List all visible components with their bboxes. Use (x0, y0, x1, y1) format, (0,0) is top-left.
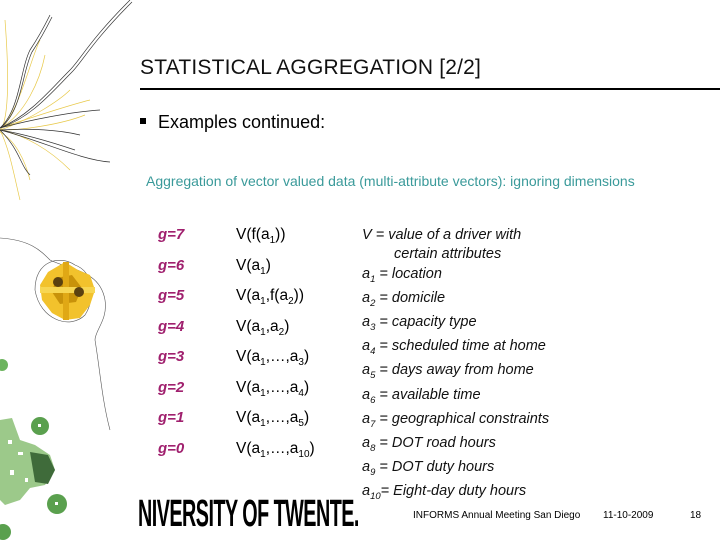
section-subtitle: Aggregation of vector valued data (multi… (146, 173, 635, 189)
legend-v-line2: certain attributes (394, 246, 502, 263)
footer-conference: INFORMS Annual Meeting San Diego (413, 510, 581, 521)
title-divider (140, 88, 720, 90)
page-number: 18 (690, 510, 702, 521)
expr-subscript: 10 (298, 448, 310, 460)
expr-text: ,f(a (265, 287, 289, 304)
legend-item: a10= Eight-day duty hours (362, 482, 549, 506)
legend-item: a7 = geographical constraints (362, 410, 549, 434)
expr-text: ,…,a (265, 378, 299, 396)
legend-item: a2 = domicile (362, 289, 549, 313)
level-expression: V(a1,a2) (236, 318, 289, 338)
legend-symbol: a (362, 386, 371, 403)
legend-symbol: a (362, 434, 371, 451)
level-label: g=6 (158, 256, 185, 274)
slide-title: STATISTICAL AGGREGATION [2/2] (140, 56, 482, 79)
expr-text: V(a (236, 439, 261, 457)
level-label: g=1 (158, 409, 185, 426)
level-label: g=3 (158, 348, 185, 365)
legend-symbol: a (362, 362, 371, 379)
bullet-point: Examples continued: (140, 112, 325, 133)
expr-text: V(a (236, 256, 261, 274)
legend-item: a6 = available time (362, 386, 549, 410)
expr-text: ) (309, 439, 315, 457)
level-label: g=4 (158, 317, 185, 335)
expr-text: ) (303, 348, 310, 365)
expr-text: V(a (236, 409, 261, 426)
level-label: g=7 (158, 226, 185, 243)
expr-text: V(a (236, 287, 261, 304)
square-bullet-icon (140, 118, 146, 125)
green-lattice-icon (0, 359, 67, 540)
legend-symbol: a (362, 483, 371, 500)
decorative-artwork (0, 0, 133, 540)
line-sketch-icon (0, 0, 133, 201)
legend-item: a3 = capacity type (362, 313, 549, 337)
expr-text: ,…,a (265, 439, 299, 457)
legend-symbol: a (362, 265, 371, 282)
level-label: g=2 (158, 378, 185, 396)
legend-description: = available time (375, 386, 481, 403)
legend-description: = days away from home (375, 362, 534, 379)
level-expression: V(a1) (236, 257, 271, 277)
legend-description: = domicile (375, 289, 446, 306)
legend-description: = geographical constraints (375, 410, 550, 427)
expr-text: V(a (236, 317, 261, 335)
attribute-legend: V = value of a driver with certain attri… (362, 226, 549, 506)
expr-text: ,…,a (265, 348, 299, 365)
legend-description: = DOT road hours (375, 434, 496, 451)
legend-symbol: a (362, 459, 371, 476)
legend-description: = Eight-day duty hours (380, 483, 527, 500)
expr-text: ) (303, 409, 310, 426)
legend-symbol: a (362, 338, 371, 355)
expr-text: V(f(a (236, 226, 270, 243)
legend-item: a9 = DOT duty hours (362, 458, 549, 482)
expr-text: ) (265, 256, 271, 274)
expr-text: )) (293, 287, 304, 304)
expr-text: V(a (236, 348, 261, 365)
university-logo: NIVERSITY OF TWENTE. (138, 493, 359, 535)
legend-description: = capacity type (375, 313, 477, 330)
expr-text: ,a (265, 317, 279, 335)
level-expression: V(a1,f(a2)) (236, 287, 304, 307)
legend-subscript: 10 (370, 491, 381, 503)
expr-text: )) (275, 226, 286, 243)
legend-symbol: a (362, 289, 371, 306)
level-label: g=5 (158, 287, 185, 304)
legend-symbol: a (362, 410, 371, 427)
level-expression: V(a1,…,a4) (236, 379, 309, 399)
legend-item: a4 = scheduled time at home (362, 337, 549, 361)
legend-v-line1: V = value of a driver with (362, 227, 522, 243)
legend-item: a1 = location (362, 265, 549, 289)
legend-description: = DOT duty hours (375, 459, 495, 476)
level-label: g=0 (158, 439, 185, 457)
gold-polyhedron-icon (0, 237, 111, 431)
legend-description: = location (375, 265, 442, 282)
legend-description: = scheduled time at home (375, 338, 546, 355)
legend-symbol: a (362, 313, 371, 330)
expr-text: V(a (236, 378, 261, 396)
expr-text: ,…,a (265, 409, 299, 426)
level-expression: V(a1,…,a10) (236, 440, 315, 460)
level-expression: V(a1,…,a5) (236, 409, 309, 429)
expr-text: ) (303, 378, 310, 396)
expr-text: ) (284, 317, 290, 335)
level-expression: V(a1,…,a3) (236, 348, 309, 368)
bullet-text: Examples continued: (158, 112, 326, 132)
level-expression: V(f(a1)) (236, 226, 285, 246)
legend-item: a5 = days away from home (362, 361, 549, 385)
footer-date: 11-10-2009 (603, 510, 654, 521)
legend-item: a8 = DOT road hours (362, 434, 549, 458)
